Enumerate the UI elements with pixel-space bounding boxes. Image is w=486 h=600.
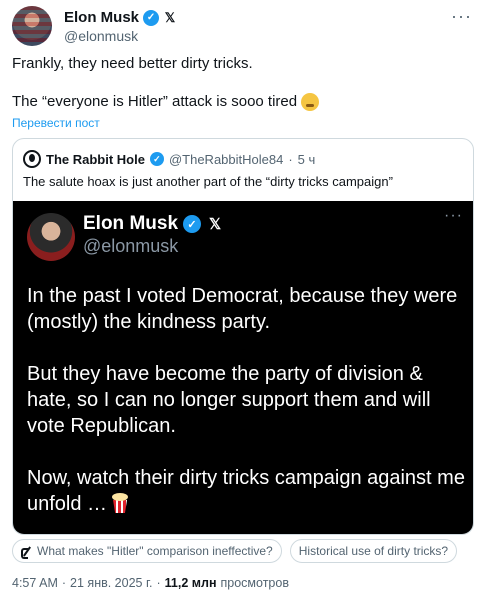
quoted-post[interactable]: The Rabbit Hole ✓ @TheRabbitHole84 · 5 ч… [12,138,474,535]
embedded-paragraph-3: Now, watch their dirty tricks campaign a… [27,465,467,517]
views-label: просмотров [220,576,289,590]
quoted-author-avatar [23,150,41,168]
more-options-icon: ··· [444,207,463,224]
post-date[interactable]: 21 янв. 2025 г. [70,576,152,590]
translate-post-link[interactable]: Перевести пост [12,116,100,130]
post-text-line-2: The “everyone is Hitler” attack is sooo … [12,92,472,112]
post-header: Elon Musk ✓ 𝕏 @elonmusk ··· [12,4,474,46]
quoted-author-handle: @TheRabbitHole84 [168,151,284,167]
avatar-overlay [12,6,52,46]
more-options-icon[interactable]: ··· [451,6,472,27]
embedded-author-handle: @elonmusk [83,236,179,256]
post-time[interactable]: 4:57 AM [12,576,58,590]
separator-dot: · [61,576,67,590]
views-count: 11,2 млн [164,576,217,590]
quoted-author-name: The Rabbit Hole [46,151,145,167]
embedded-paragraph-2: But they have become the party of divisi… [27,363,431,437]
grok-suggestions: What makes "Hitler" comparison ineffecti… [12,539,474,563]
grok-icon [21,546,32,559]
post-text: Frankly, they need better dirty tricks. … [12,54,472,112]
quoted-post-header: The Rabbit Hole ✓ @TheRabbitHole84 · 5 ч [23,150,315,168]
verified-badge-icon: ✓ [143,9,160,26]
verified-badge-icon: ✓ [149,152,164,166]
author-avatar[interactable] [12,6,52,46]
separator-dot: · [288,151,293,167]
separator-dot: · [156,576,161,590]
embedded-author-name: Elon Musk [83,213,179,234]
embedded-paragraph-1: In the past I voted Democrat, because th… [27,285,458,333]
author-handle[interactable]: @elonmusk [64,28,138,44]
embedded-author-avatar [27,213,75,261]
post-metadata: 4:57 AM · 21 янв. 2025 г. · 11,2 млн про… [12,576,289,590]
grok-suggestion-label: What makes "Hitler" comparison ineffecti… [37,544,273,558]
grok-suggestion-chip[interactable]: What makes "Hitler" comparison ineffecti… [12,539,282,563]
post-text-line-1: Frankly, they need better dirty tricks. [12,55,253,72]
quoted-post-time: 5 ч [297,151,316,167]
popcorn-emoji-icon [111,493,129,513]
sleepy-face-emoji-icon [301,93,320,111]
x-logo-icon: 𝕏 [208,216,222,233]
grok-suggestion-label: Historical use of dirty tricks? [298,544,449,558]
embedded-name-row: Elon Musk ✓ 𝕏 [83,213,224,235]
author-name-row: Elon Musk ✓ 𝕏 [64,9,177,26]
embedded-screenshot-image[interactable]: Elon Musk ✓ 𝕏 @elonmusk ··· In the past … [13,201,473,534]
quoted-post-text: The salute hoax is just another part of … [23,174,393,189]
post-text-line-2-content: The “everyone is Hitler” attack is sooo … [12,93,298,110]
embedded-post-text: In the past I voted Democrat, because th… [27,283,467,517]
verified-badge-icon: ✓ [183,215,202,233]
grok-suggestion-chip[interactable]: Historical use of dirty tricks? [289,539,458,563]
embedded-paragraph-3-content: Now, watch their dirty tricks campaign a… [27,467,465,515]
x-logo-icon: 𝕏 [164,9,176,25]
author-name[interactable]: Elon Musk [64,9,139,26]
